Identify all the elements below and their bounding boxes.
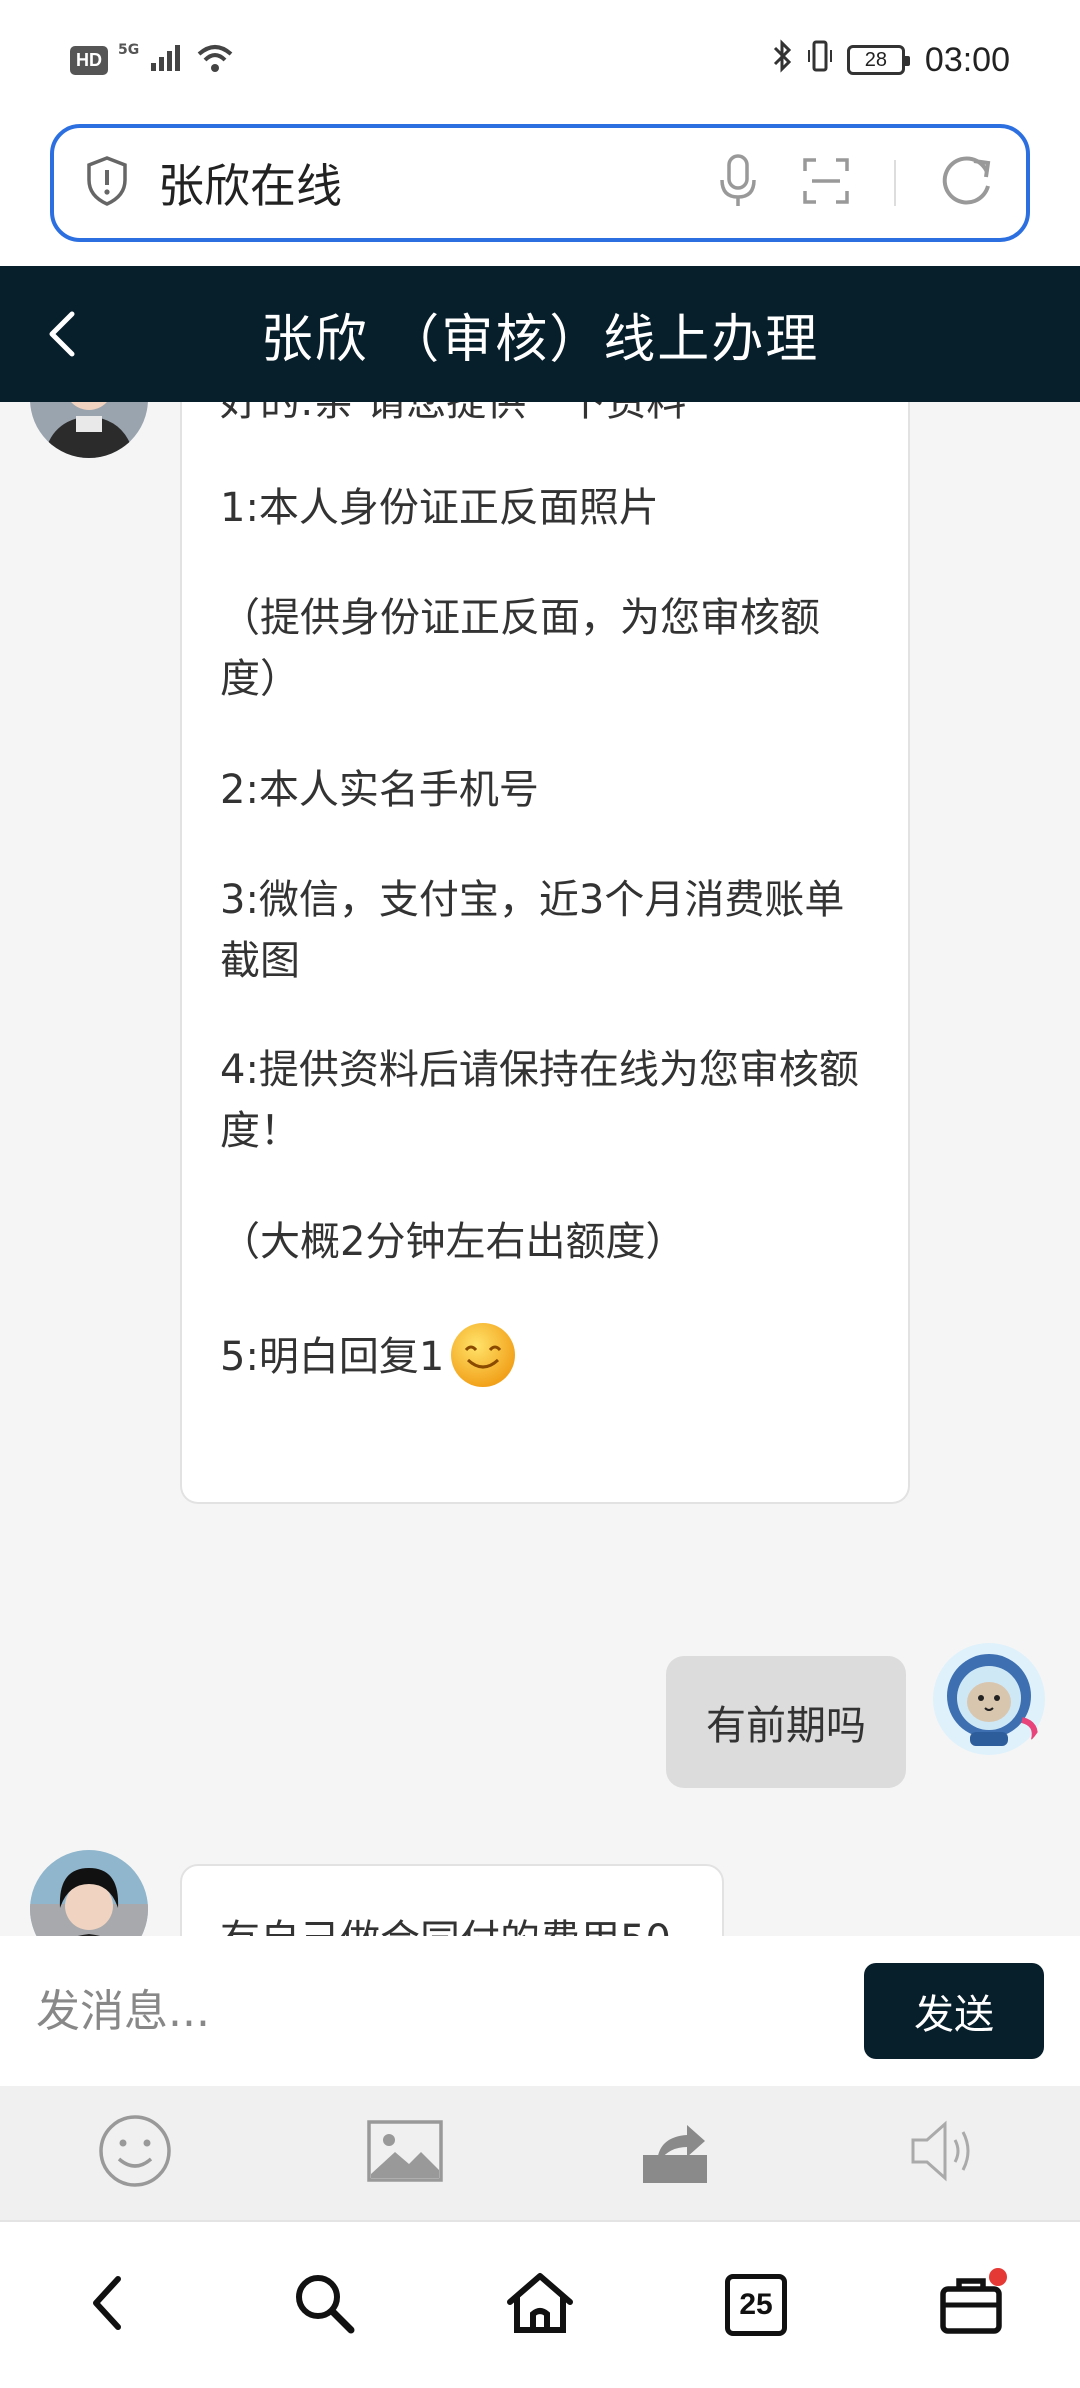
message-line: 3:微信，支付宝，近3个月消费账单截图 <box>220 877 845 984</box>
shield-icon[interactable] <box>84 155 130 211</box>
signal-icon <box>149 43 185 77</box>
page-title: 张欣 （审核）线上办理 <box>260 309 820 370</box>
chat-toolbar <box>0 2086 1080 2220</box>
agent-avatar[interactable] <box>30 402 148 458</box>
refresh-icon[interactable] <box>940 153 996 213</box>
status-bar: HD 5G 28 03:00 <box>0 0 1080 120</box>
send-button[interactable]: 发送 <box>864 1963 1044 2059</box>
message-line: 5:明白回复1 <box>220 1333 445 1380</box>
message-input[interactable] <box>36 1985 864 2037</box>
scan-icon[interactable] <box>802 157 850 209</box>
search-icon <box>291 2270 357 2340</box>
back-icon[interactable] <box>42 304 82 368</box>
address-actions <box>718 153 996 213</box>
browser-nav-bar: 25 <box>0 2220 1080 2388</box>
nav-search-button[interactable] <box>279 2260 369 2350</box>
home-icon <box>504 2270 576 2340</box>
status-right: 28 03:00 <box>771 38 1010 82</box>
page-header: 张欣 （审核）线上办理 <box>0 266 1080 402</box>
emoji-icon <box>95 2111 175 2195</box>
bluetooth-icon <box>771 38 793 82</box>
speaker-icon <box>905 2116 985 2190</box>
microphone-icon[interactable] <box>718 153 758 213</box>
share-button[interactable] <box>630 2108 720 2198</box>
hd-badge: HD <box>70 45 108 75</box>
image-icon <box>365 2116 445 2190</box>
tabs-icon: 25 <box>725 2274 787 2336</box>
message-text: 有自己做合同付的费用50 <box>220 1910 700 1936</box>
nav-tabs-button[interactable]: 25 <box>711 2260 801 2350</box>
clock: 03:00 <box>924 40 1010 79</box>
share-icon <box>635 2111 715 2195</box>
incoming-message: 有自己做合同付的费用50 <box>180 1864 724 1936</box>
message-line-with-emoji: 5:明白回复1 <box>220 1320 518 1394</box>
back-icon <box>88 2271 128 2339</box>
wifi-icon <box>195 42 235 78</box>
chat-area[interactable]: 好的:亲 请您提供一下资料 1:本人身份证正反面照片 （提供身份证正反面，为您审… <box>0 402 1080 1936</box>
message-line: （提供身份证正反面，为您审核额度） <box>220 595 820 702</box>
message-line: 好的:亲 请您提供一下资料 <box>220 402 687 425</box>
tabs-count: 25 <box>739 2288 773 2321</box>
notification-dot <box>989 2268 1007 2286</box>
status-left: HD 5G <box>70 42 235 78</box>
emoji-button[interactable] <box>90 2108 180 2198</box>
address-bar[interactable]: 张欣在线 <box>50 124 1030 242</box>
vibrate-icon <box>807 39 833 82</box>
outgoing-message: 有前期吗 <box>666 1656 906 1788</box>
message-line: 2:本人实名手机号 <box>220 767 539 813</box>
message-line: 4:提供资料后请保持在线为您审核额度！ <box>220 1047 859 1154</box>
message-line: （大概2分钟左右出额度） <box>220 1219 686 1265</box>
message-line: 1:本人身份证正反面照片 <box>220 485 659 531</box>
voice-button[interactable] <box>900 2108 990 2198</box>
address-divider <box>894 160 896 206</box>
agent-avatar[interactable] <box>30 1850 148 1936</box>
incoming-message: 好的:亲 请您提供一下资料 1:本人身份证正反面照片 （提供身份证正反面，为您审… <box>180 402 910 1504</box>
nav-home-button[interactable] <box>495 2260 585 2350</box>
battery-indicator: 28 <box>846 45 910 75</box>
nav-toolbox-button[interactable] <box>927 2260 1017 2350</box>
address-text[interactable]: 张欣在线 <box>158 150 718 216</box>
image-button[interactable] <box>360 2108 450 2198</box>
network-type: 5G <box>118 42 140 58</box>
smiley-emoji-icon <box>448 1320 518 1394</box>
composer: 发送 <box>0 1936 1080 2086</box>
nav-back-button[interactable] <box>63 2260 153 2350</box>
user-avatar[interactable] <box>930 1640 1048 1758</box>
